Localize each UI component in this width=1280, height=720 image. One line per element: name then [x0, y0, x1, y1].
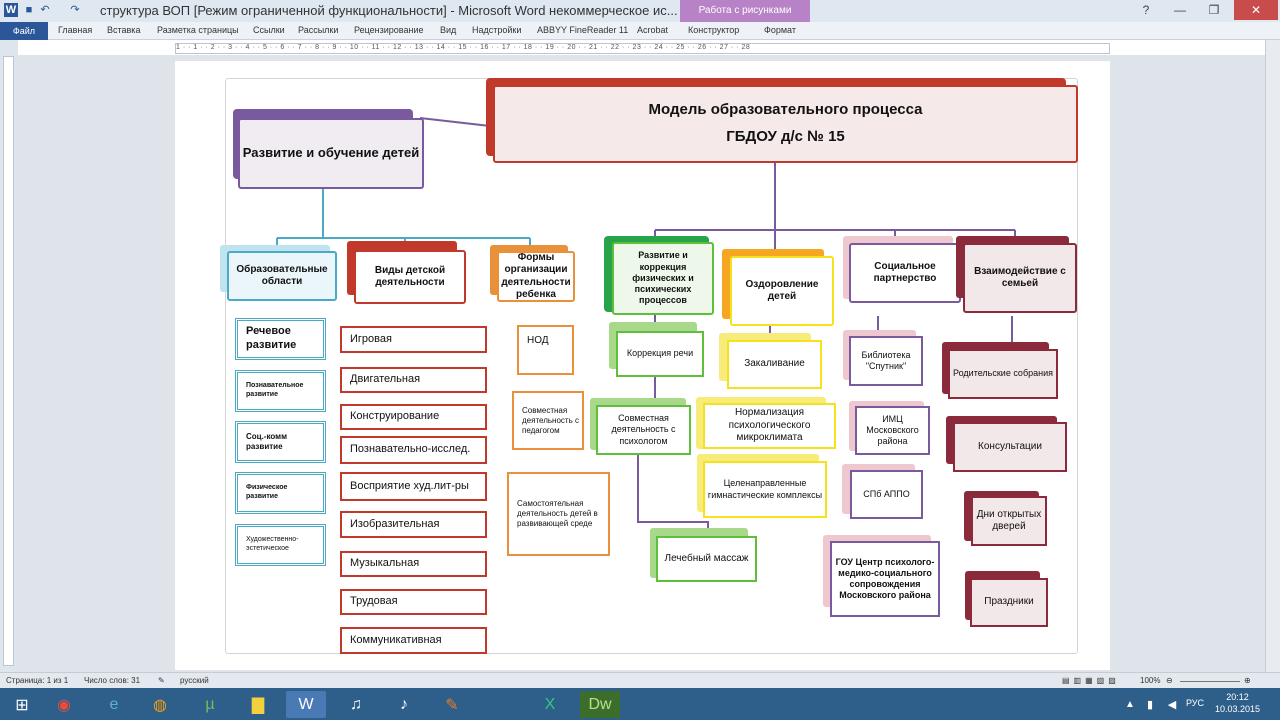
social-item-imc[interactable]: ИМЦ Московского района [855, 406, 930, 455]
edu-areas-box[interactable]: Образовательные области [227, 251, 337, 301]
utorrent-icon[interactable]: µ [190, 691, 230, 718]
family-item-holidays[interactable]: Праздники [970, 578, 1048, 627]
correction-item-massage[interactable]: Лечебный массаж [656, 536, 757, 582]
social-item-library[interactable]: Библиотека "Спутник" [849, 336, 923, 386]
health-item-climate[interactable]: Нормализация психологического микроклима… [703, 403, 836, 449]
firefox-icon[interactable]: ◍ [140, 691, 180, 718]
status-words[interactable]: Число слов: 31 [84, 676, 140, 685]
activity-item[interactable]: Познавательно-исслед. [340, 436, 487, 464]
area-social[interactable]: Соц.-комм развитие [235, 421, 326, 463]
form-item-independent[interactable]: Самостоятельная деятельность детей в раз… [507, 472, 610, 556]
form-item-nod[interactable]: НОД [517, 325, 574, 375]
clock[interactable]: 20:12 10.03.2015 [1215, 691, 1260, 715]
taskbar: ⊞ ◉ e ◍ µ ▇ W ♫ ♪ ✎ X Dw ▲ ▮ ◀ РУС 20:12… [0, 688, 1280, 720]
clock-date: 10.03.2015 [1214, 704, 1260, 714]
tray-network-icon[interactable]: ▮ [1140, 691, 1160, 718]
tray-arrow-icon[interactable]: ▲ [1120, 691, 1140, 718]
family-item-meetings[interactable]: Родительские собрания [948, 349, 1058, 399]
ie-icon[interactable]: e [94, 691, 134, 718]
zoom-in-icon[interactable]: ⊕ [1244, 676, 1251, 685]
activity-item[interactable]: Изобразительная [340, 511, 487, 538]
activity-item[interactable]: Двигательная [340, 367, 487, 393]
forms-box[interactable]: Формы организации деятельности ребенка [497, 251, 575, 302]
tray-language[interactable]: РУС [1186, 698, 1204, 708]
area-artistic[interactable]: Художественно-эстетическое [235, 524, 326, 566]
social-item-center[interactable]: ГОУ Центр психолого-медико-социального с… [830, 541, 940, 617]
clock-time: 20:12 [1226, 692, 1249, 702]
correction-item-psych[interactable]: Совместная деятельность с психологом [596, 405, 691, 455]
correction-box[interactable]: Развитие и коррекция физических и психич… [612, 242, 714, 315]
proofing-icon[interactable]: ✎ [158, 676, 165, 685]
status-page[interactable]: Страница: 1 из 1 [6, 676, 68, 685]
family-item-consult[interactable]: Консультации [953, 422, 1067, 472]
excel-icon[interactable]: X [530, 691, 570, 718]
activity-item[interactable]: Восприятие худ.лит-ры [340, 472, 487, 501]
family-item-openday[interactable]: Дни открытых дверей [971, 496, 1047, 546]
activity-item[interactable]: Игровая [340, 326, 487, 353]
microphone-icon[interactable]: ♪ [384, 691, 424, 718]
main-title-box[interactable]: Модель образовательного процесса ГБДОУ д… [493, 85, 1078, 163]
correction-item-speech[interactable]: Коррекция речи [616, 331, 704, 377]
headphones-icon[interactable]: ♫ [336, 691, 376, 718]
folder-icon[interactable]: ▇ [238, 691, 278, 718]
health-box[interactable]: Оздоровление детей [730, 256, 834, 326]
tray-volume-icon[interactable]: ◀ [1162, 691, 1182, 718]
zoom-level[interactable]: 100% [1140, 676, 1160, 685]
family-box[interactable]: Взаимодействие с семьей [963, 243, 1077, 313]
activity-item[interactable]: Музыкальная [340, 551, 487, 577]
zoom-slider[interactable] [1180, 681, 1240, 682]
view-buttons[interactable]: ▤▥▦▧▨ [1062, 676, 1120, 685]
word-taskbar-icon[interactable]: W [286, 691, 326, 718]
paint-icon[interactable]: ✎ [432, 691, 472, 718]
area-physical[interactable]: Физическое развитие [235, 472, 326, 514]
health-item-hardening[interactable]: Закаливание [727, 340, 822, 389]
activity-item[interactable]: Коммуникативная [340, 627, 487, 654]
area-cognitive[interactable]: Познавательное развитие [235, 370, 326, 412]
zoom-out-icon[interactable]: ⊖ [1166, 676, 1173, 685]
start-button-icon[interactable]: ⊞ [2, 691, 42, 718]
main-title-line1: Модель образовательного процесса [648, 101, 923, 119]
form-item-joint[interactable]: Совместная деятельность с педагогом [512, 391, 584, 450]
social-box[interactable]: Социальное партнерство [849, 243, 961, 303]
status-language[interactable]: русский [180, 676, 209, 685]
main-title-line2: ГБДОУ д/с № 15 [726, 128, 845, 145]
area-speech[interactable]: Речевое развитие [235, 318, 326, 360]
activity-types-box[interactable]: Виды детской деятельности [354, 250, 466, 304]
dreamweaver-icon[interactable]: Dw [580, 691, 620, 718]
social-item-appo[interactable]: СПб АППО [850, 470, 923, 519]
status-bar: Страница: 1 из 1 Число слов: 31 ✎ русски… [0, 672, 1280, 688]
chrome-icon[interactable]: ◉ [44, 691, 84, 718]
activity-item[interactable]: Конструирование [340, 404, 487, 430]
dev-box[interactable]: Развитие и обучение детей [238, 118, 424, 189]
activity-item[interactable]: Трудовая [340, 589, 487, 615]
health-item-gym[interactable]: Целенаправленные гимнастические комплекс… [703, 461, 827, 518]
